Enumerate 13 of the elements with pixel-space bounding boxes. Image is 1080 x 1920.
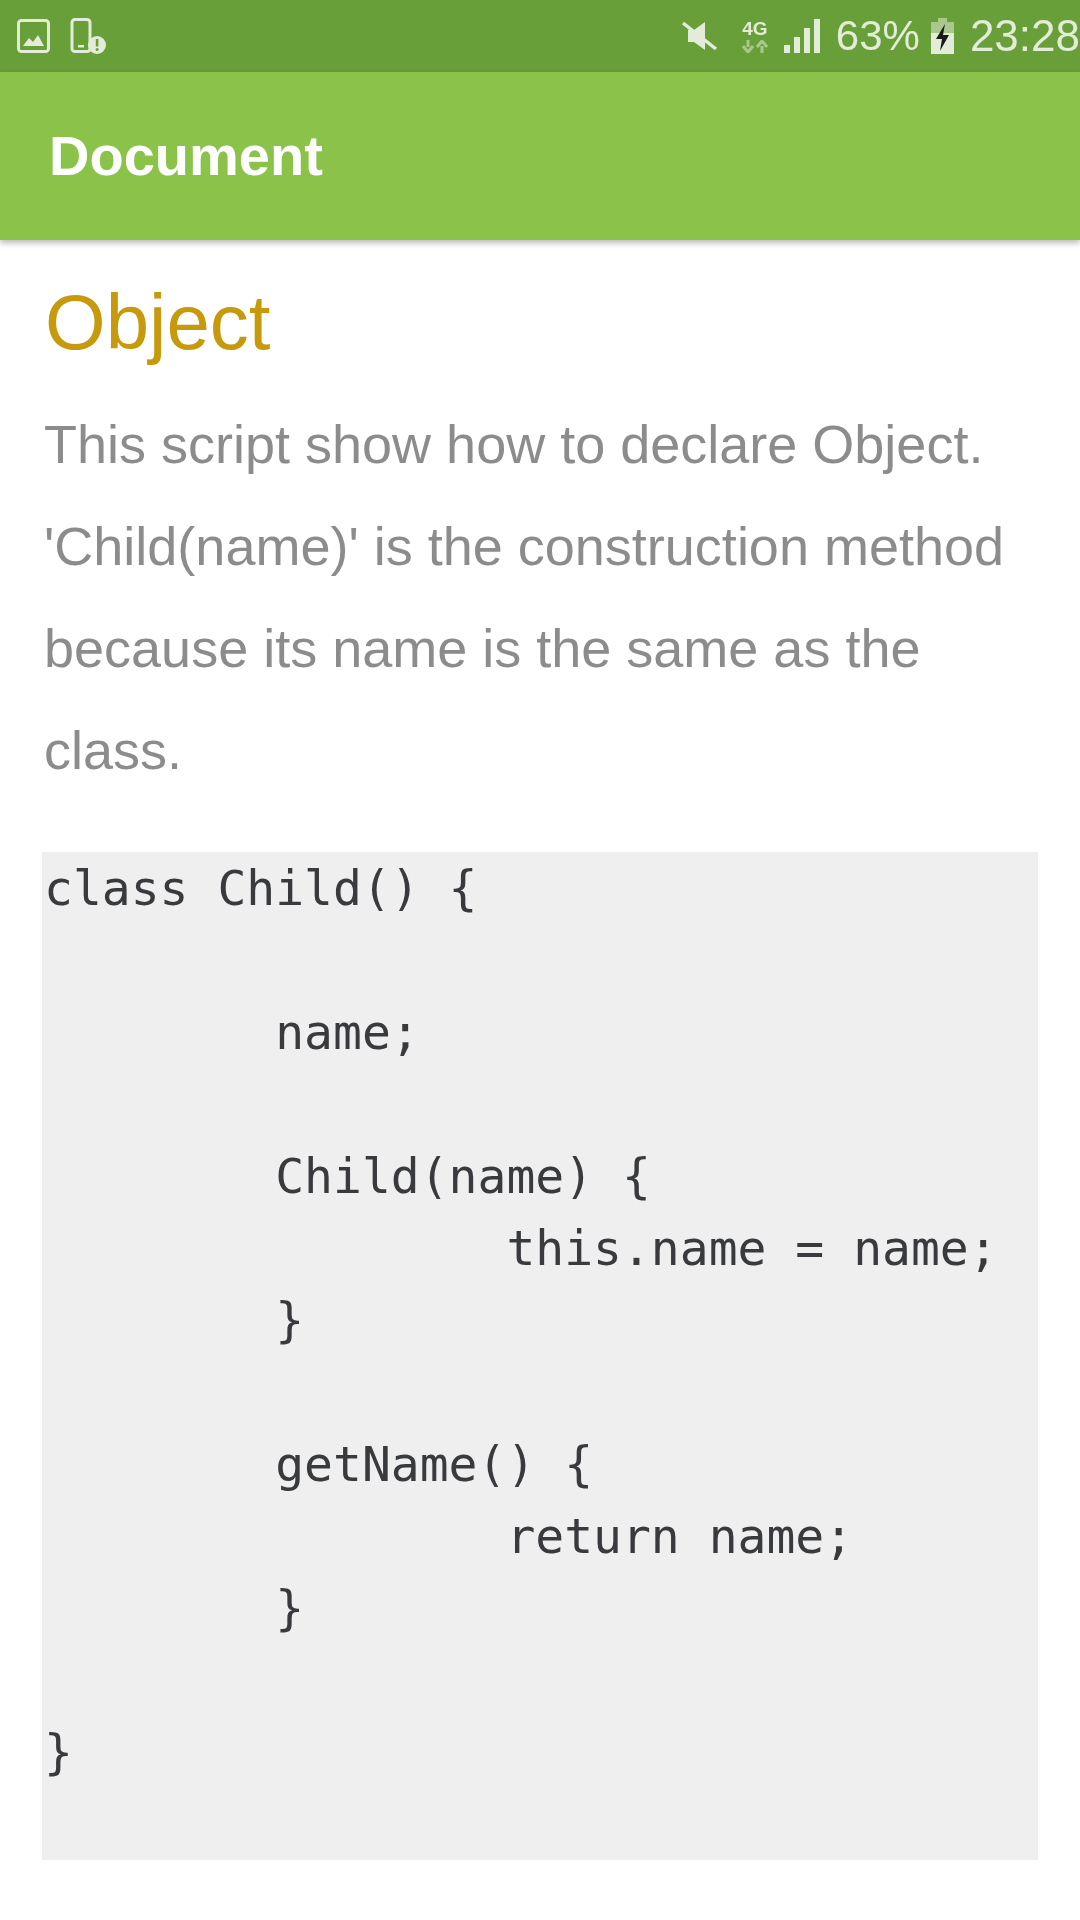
app-bar-title: Document — [49, 123, 323, 190]
code-block: class Child() { name; Child(name) { this.name = name; } getName() { return name; } } — [42, 851, 1038, 1860]
signal-icon — [782, 19, 820, 53]
data-arrows-icon — [740, 40, 769, 53]
battery-icon — [929, 18, 955, 54]
description-text: This script show how to declare Object. 'Child(name)' is the construction method because its name is the same as the class. — [44, 412, 1006, 782]
phone-alert-icon — [70, 18, 106, 54]
mute-icon — [680, 20, 718, 52]
image-icon — [17, 19, 50, 53]
battery-percent: 63% — [835, 15, 920, 57]
clock-time: 23:28 — [969, 14, 1080, 58]
network-type: 4G — [742, 19, 768, 38]
section-heading: Object — [45, 277, 272, 368]
